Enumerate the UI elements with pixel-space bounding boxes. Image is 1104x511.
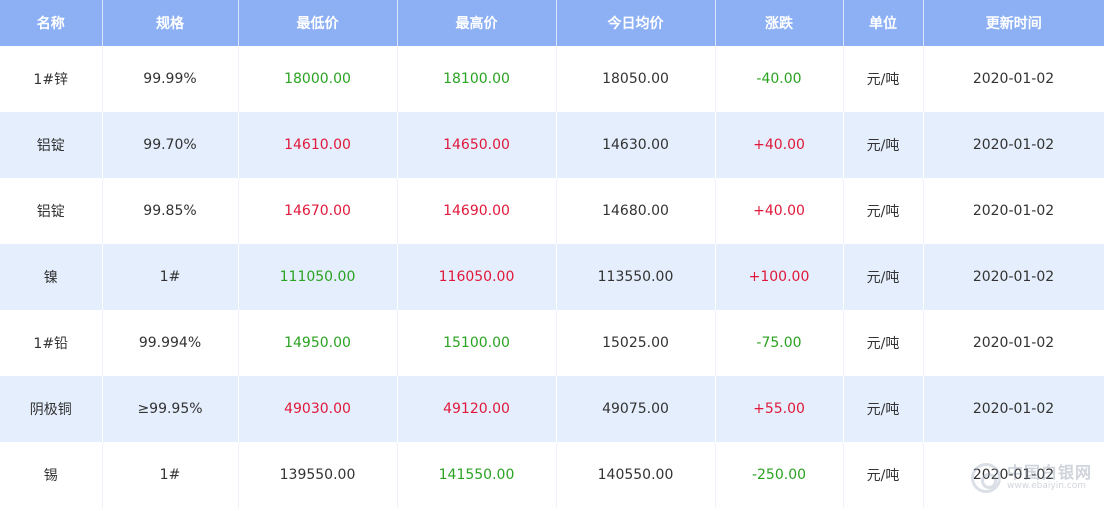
cell-low-price: 14670.00 xyxy=(238,178,398,244)
price-table-page: 名称 规格 最低价 最高价 今日均价 涨跌 单位 更新时间 1#锌 99.99% 1… xyxy=(0,0,1104,511)
table-row: 1#铅 99.994% 14950.00 15100.00 15025.00 -75.00… xyxy=(0,310,1104,376)
header-updated: 更新时间 xyxy=(923,0,1104,46)
cell-spec: 1# xyxy=(102,442,239,508)
cell-unit: 元/吨 xyxy=(843,442,924,508)
table-header-row: 名称 规格 最低价 最高价 今日均价 涨跌 单位 更新时间 xyxy=(0,0,1104,46)
cell-avg-price: 14680.00 xyxy=(556,178,716,244)
cell-spec: 1# xyxy=(102,244,239,310)
watermark-url: www.ebaiyin.com xyxy=(1006,480,1086,491)
table-row: 阴极铜 ≥99.95% 49030.00 49120.00 49075.00 +55.00… xyxy=(0,376,1104,442)
header-spec: 规格 xyxy=(102,0,239,46)
header-name: 名称 xyxy=(0,0,103,46)
cell-unit: 元/吨 xyxy=(843,376,924,442)
cell-avg-price: 18050.00 xyxy=(556,46,716,112)
cell-low-price: 14950.00 xyxy=(238,310,398,376)
table-body: 1#锌 99.99% 18000.00 18100.00 18050.00 -40.00 元… xyxy=(0,46,1104,508)
cell-avg-price: 14630.00 xyxy=(556,112,716,178)
cell-avg-price: 49075.00 xyxy=(556,376,716,442)
cell-unit: 元/吨 xyxy=(843,244,924,310)
cell-avg-price: 15025.00 xyxy=(556,310,716,376)
cell-low-price: 111050.00 xyxy=(238,244,398,310)
logo-ring-icon xyxy=(970,463,1001,493)
cell-name: 1#铅 xyxy=(0,310,103,376)
cell-change: -75.00 xyxy=(715,310,844,376)
cell-spec: 99.85% xyxy=(102,178,239,244)
cell-updated: 2020-01-02 xyxy=(923,376,1104,442)
watermark-text: 中国白银网 www.ebaiyin.com xyxy=(1007,464,1092,491)
cell-change: +40.00 xyxy=(715,112,844,178)
cell-change: +55.00 xyxy=(715,376,844,442)
cell-updated: 2020-01-02 xyxy=(923,244,1104,310)
watermark: 中国白银网 www.ebaiyin.com xyxy=(970,463,1092,493)
metal-price-table: 名称 规格 最低价 最高价 今日均价 涨跌 单位 更新时间 1#锌 99.99% 1… xyxy=(0,0,1104,508)
table-row: 1#锌 99.99% 18000.00 18100.00 18050.00 -40.00 元… xyxy=(0,46,1104,112)
cell-updated: 2020-01-02 xyxy=(923,310,1104,376)
header-change: 涨跌 xyxy=(715,0,844,46)
cell-name: 镍 xyxy=(0,244,103,310)
cell-unit: 元/吨 xyxy=(843,46,924,112)
table-row: 铝锭 99.85% 14670.00 14690.00 14680.00 +40.00 元/… xyxy=(0,178,1104,244)
header-unit: 单位 xyxy=(843,0,924,46)
cell-change: -250.00 xyxy=(715,442,844,508)
cell-high-price: 141550.00 xyxy=(397,442,557,508)
header-avg-price: 今日均价 xyxy=(556,0,716,46)
cell-low-price: 139550.00 xyxy=(238,442,398,508)
table-row: 镍 1# 111050.00 116050.00 113550.00 +100.00 元/吨… xyxy=(0,244,1104,310)
cell-updated: 2020-01-02 xyxy=(923,46,1104,112)
cell-name: 铝锭 xyxy=(0,178,103,244)
cell-spec: 99.70% xyxy=(102,112,239,178)
cell-updated: 2020-01-02 xyxy=(923,178,1104,244)
cell-spec: 99.994% xyxy=(102,310,239,376)
cell-updated: 2020-01-02 xyxy=(923,112,1104,178)
cell-avg-price: 113550.00 xyxy=(556,244,716,310)
cell-avg-price: 140550.00 xyxy=(556,442,716,508)
cell-high-price: 49120.00 xyxy=(397,376,557,442)
cell-name: 1#锌 xyxy=(0,46,103,112)
cell-change: +40.00 xyxy=(715,178,844,244)
cell-spec: 99.99% xyxy=(102,46,239,112)
cell-unit: 元/吨 xyxy=(843,112,924,178)
header-high-price: 最高价 xyxy=(397,0,557,46)
cell-name: 铝锭 xyxy=(0,112,103,178)
cell-high-price: 14690.00 xyxy=(397,178,557,244)
table-row: 锡 1# 139550.00 141550.00 140550.00 -250.00 元/吨… xyxy=(0,442,1104,508)
cell-unit: 元/吨 xyxy=(843,310,924,376)
cell-low-price: 14610.00 xyxy=(238,112,398,178)
cell-change: +100.00 xyxy=(715,244,844,310)
cell-high-price: 116050.00 xyxy=(397,244,557,310)
cell-high-price: 18100.00 xyxy=(397,46,557,112)
cell-change: -40.00 xyxy=(715,46,844,112)
cell-high-price: 15100.00 xyxy=(397,310,557,376)
header-low-price: 最低价 xyxy=(238,0,398,46)
watermark-name: 中国白银网 xyxy=(1006,463,1092,483)
cell-name: 锡 xyxy=(0,442,103,508)
cell-spec: ≥99.95% xyxy=(102,376,239,442)
table-row: 铝锭 99.70% 14610.00 14650.00 14630.00 +40.00 元/… xyxy=(0,112,1104,178)
cell-unit: 元/吨 xyxy=(843,178,924,244)
cell-high-price: 14650.00 xyxy=(397,112,557,178)
cell-low-price: 49030.00 xyxy=(238,376,398,442)
cell-name: 阴极铜 xyxy=(0,376,103,442)
cell-low-price: 18000.00 xyxy=(238,46,398,112)
